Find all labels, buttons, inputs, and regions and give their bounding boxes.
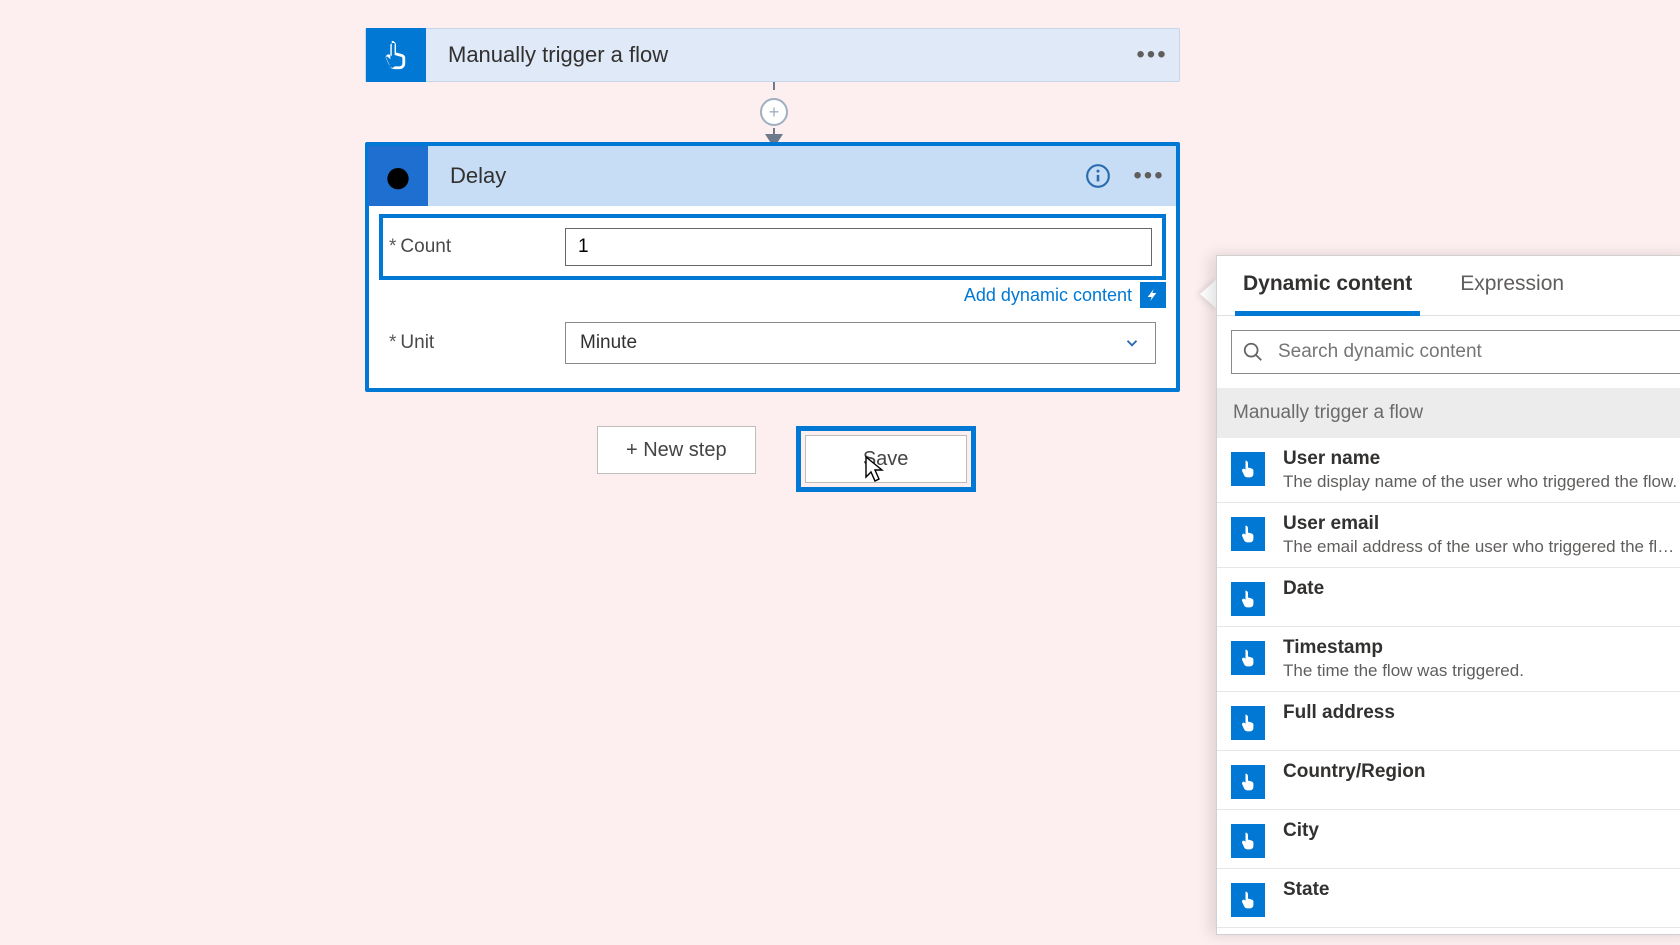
- dynamic-search-input[interactable]: [1278, 341, 1670, 363]
- dynamic-item-desc: The email address of the user who trigge…: [1283, 537, 1680, 557]
- add-dynamic-content-icon: [1140, 282, 1166, 308]
- delay-card-header[interactable]: Delay •••: [369, 146, 1176, 206]
- delay-card: Delay ••• *Count Add dynamic content: [365, 142, 1180, 392]
- unit-select[interactable]: Minute: [565, 322, 1156, 364]
- dynamic-content-item[interactable]: Country/Region: [1217, 751, 1680, 810]
- touch-icon: [1231, 765, 1265, 799]
- dynamic-item-desc: The time the flow was triggered.: [1283, 661, 1680, 681]
- delay-more-menu[interactable]: •••: [1122, 149, 1176, 203]
- add-dynamic-content-link[interactable]: Add dynamic content: [964, 282, 1166, 308]
- dynamic-item-desc: The display name of the user who trigger…: [1283, 472, 1680, 492]
- dynamic-item-title: Timestamp: [1283, 637, 1680, 659]
- dynamic-content-panel: Dynamic content Expression Manually trig…: [1216, 255, 1680, 935]
- touch-icon: [1231, 517, 1265, 551]
- dynamic-content-item[interactable]: Date: [1217, 568, 1680, 627]
- trigger-title: Manually trigger a flow: [426, 42, 1125, 68]
- stopwatch-icon: [382, 160, 414, 192]
- touch-icon: [379, 38, 413, 72]
- dynamic-item-title: Full address: [1283, 702, 1680, 724]
- touch-icon: [1231, 824, 1265, 858]
- touch-icon: [1231, 452, 1265, 486]
- trigger-icon: [366, 28, 426, 82]
- dynamic-content-item[interactable]: User nameThe display name of the user wh…: [1217, 438, 1680, 503]
- touch-icon: [1231, 582, 1265, 616]
- delay-icon: [368, 146, 428, 206]
- delay-info-button[interactable]: [1078, 156, 1118, 196]
- add-step-between-button[interactable]: +: [760, 98, 788, 126]
- tab-dynamic-content[interactable]: Dynamic content: [1231, 256, 1424, 315]
- new-step-button[interactable]: + New step: [597, 426, 756, 474]
- dynamic-content-item[interactable]: City: [1217, 810, 1680, 869]
- chevron-down-icon: [1123, 334, 1141, 352]
- dynamic-content-item[interactable]: User emailThe email address of the user …: [1217, 503, 1680, 568]
- dynamic-search[interactable]: [1231, 330, 1680, 374]
- dynamic-item-title: Date: [1283, 578, 1680, 600]
- save-button-highlight: Save: [796, 426, 976, 492]
- trigger-more-menu[interactable]: •••: [1125, 28, 1179, 82]
- dynamic-item-title: User email: [1283, 513, 1680, 535]
- dynamic-item-title: State: [1283, 879, 1680, 901]
- save-button[interactable]: Save: [805, 435, 967, 483]
- dynamic-content-item[interactable]: Full address: [1217, 692, 1680, 751]
- count-field-row: *Count: [379, 214, 1166, 280]
- trigger-card[interactable]: Manually trigger a flow •••: [365, 28, 1180, 82]
- unit-field-row: *Unit Minute: [379, 314, 1166, 372]
- touch-icon: [1231, 883, 1265, 917]
- search-icon: [1242, 341, 1264, 363]
- touch-icon: [1231, 641, 1265, 675]
- dynamic-content-item[interactable]: State: [1217, 869, 1680, 928]
- delay-title: Delay: [428, 163, 1078, 189]
- touch-icon: [1231, 706, 1265, 740]
- tab-expression[interactable]: Expression: [1448, 256, 1576, 315]
- count-label: *Count: [389, 236, 565, 258]
- dynamic-item-title: User name: [1283, 448, 1680, 470]
- dynamic-content-item[interactable]: TimestampThe time the flow was triggered…: [1217, 627, 1680, 692]
- info-icon: [1085, 163, 1111, 189]
- unit-label: *Unit: [389, 332, 565, 354]
- connector: +: [760, 82, 788, 148]
- dynamic-item-title: Country/Region: [1283, 761, 1680, 783]
- dynamic-group-header: Manually trigger a flow: [1217, 388, 1680, 438]
- dynamic-item-title: City: [1283, 820, 1680, 842]
- count-input[interactable]: [565, 228, 1152, 266]
